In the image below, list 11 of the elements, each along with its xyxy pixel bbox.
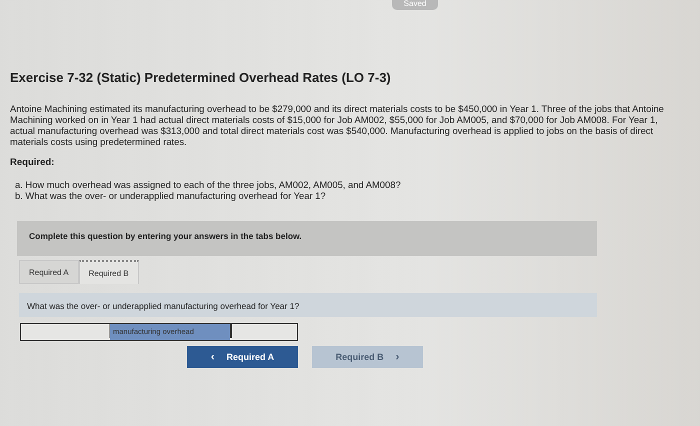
previous-button[interactable]: ‹ Required A — [187, 346, 298, 368]
required-tab[interactable]: Required A — [19, 260, 79, 284]
instruction-banner: Complete this question by entering your answers in the tabs below. — [17, 221, 597, 256]
problem-paragraph: Antoine Machining estimated its manufacturing overhead to be $279,000 and its direct materials costs to be $450,000 in Year 1. Three of the jobs that Antoine Machining worked on in Year 1 had actual direct materials costs of $15,000 for Job AM002, $55,000 for Job AM005, and $70,000 for Job AM008. For Year 1, actual manufacturing overhead was $313,000 and total direct materials cost was $540,000. Manufacturing overhead is applied to jobs on the basis of direct materials costs using predetermined rates. — [10, 103, 665, 147]
exercise-title: Exercise 7-32 (Static) Predetermined Overhead Rates (LO 7-3) — [10, 70, 392, 85]
question-text: a. How much overhead was assigned to each of the three jobs, AM002, AM005, and AM008? — [15, 179, 402, 190]
question-prompt: What was the over- or underapplied manufacturing overhead for Year 1? — [19, 293, 597, 317]
required-tab[interactable]: Required B — [78, 260, 139, 284]
required-heading: Required: — [10, 157, 56, 168]
saved-status: Saved — [392, 0, 438, 10]
question-text: b. What was the over- or underapplied manufacturing overhead for Year 1? — [15, 190, 327, 201]
